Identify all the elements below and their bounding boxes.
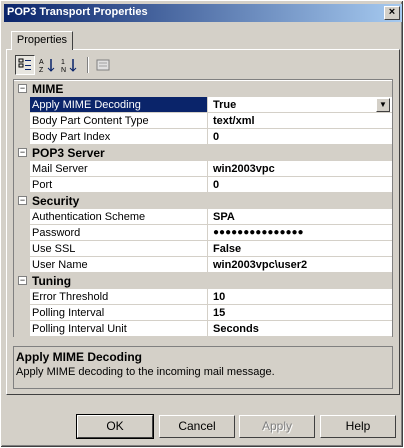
property-row-auth-scheme[interactable]: Authentication Scheme SPA xyxy=(14,209,392,225)
numeric-sort-button[interactable]: 1 N xyxy=(59,55,79,75)
property-row-content-type[interactable]: Body Part Content Type text/xml xyxy=(14,113,392,129)
property-row-polling-interval-unit[interactable]: Polling Interval Unit Seconds xyxy=(14,321,392,337)
property-value[interactable]: win2003vpc\user2 xyxy=(208,257,392,273)
tab-properties[interactable]: Properties xyxy=(11,31,73,50)
category-label: POP3 Server xyxy=(32,146,105,160)
property-toolbar: A Z 1 N xyxy=(15,55,395,77)
title-bar[interactable]: POP3 Transport Properties × xyxy=(4,4,402,22)
property-value: True xyxy=(213,99,237,111)
chevron-down-icon: ▼ xyxy=(379,100,387,109)
description-text: Apply MIME decoding to the incoming mail… xyxy=(16,366,275,378)
property-name: Error Threshold xyxy=(30,289,208,305)
collapse-icon[interactable]: − xyxy=(18,148,27,157)
property-row-password[interactable]: Password ●●●●●●●●●●●●●●● xyxy=(14,225,392,241)
property-row-apply-mime-decoding[interactable]: Apply MIME Decoding True ▼ xyxy=(14,97,392,113)
property-name: Use SSL xyxy=(30,241,208,257)
numeric-sort-icon: 1 N xyxy=(61,59,77,73)
property-value[interactable]: win2003vpc xyxy=(208,161,392,177)
property-name: Port xyxy=(30,177,208,193)
property-value[interactable]: Seconds xyxy=(208,321,392,337)
dropdown-button[interactable]: ▼ xyxy=(376,98,390,112)
category-label: MIME xyxy=(32,82,64,96)
property-value[interactable]: 15 xyxy=(208,305,392,321)
window-title: POP3 Transport Properties xyxy=(7,6,148,18)
property-value[interactable]: text/xml xyxy=(208,113,392,129)
property-row-polling-interval[interactable]: Polling Interval 15 xyxy=(14,305,392,321)
ok-button[interactable]: OK xyxy=(76,414,154,439)
toolbar-separator xyxy=(87,57,89,73)
property-name: Password xyxy=(30,225,208,241)
property-value[interactable]: False xyxy=(208,241,392,257)
svg-text:1: 1 xyxy=(61,59,65,66)
property-name: User Name xyxy=(30,257,208,273)
property-row-port[interactable]: Port 0 xyxy=(14,177,392,193)
property-pages-button[interactable] xyxy=(93,55,113,75)
property-row-use-ssl[interactable]: Use SSL False xyxy=(14,241,392,257)
dialog-window: POP3 Transport Properties × Properties A… xyxy=(0,0,404,448)
tab-label: Properties xyxy=(16,34,68,46)
property-value-dropdown[interactable]: True ▼ xyxy=(208,97,392,113)
property-name: Mail Server xyxy=(30,161,208,177)
alphabetical-button[interactable]: A Z xyxy=(37,55,57,75)
apply-button[interactable]: Apply xyxy=(239,415,315,438)
description-panel: Apply MIME Decoding Apply MIME decoding … xyxy=(13,346,393,389)
property-row-error-threshold[interactable]: Error Threshold 10 xyxy=(14,289,392,305)
description-title: Apply MIME Decoding xyxy=(16,350,142,364)
category-label: Security xyxy=(32,194,80,208)
alphabetical-sort-icon: A Z xyxy=(39,59,55,73)
cancel-button[interactable]: Cancel xyxy=(159,415,235,438)
property-row-part-index[interactable]: Body Part Index 0 xyxy=(14,129,392,145)
property-name: Apply MIME Decoding xyxy=(30,97,208,113)
property-row-user-name[interactable]: User Name win2003vpc\user2 xyxy=(14,257,392,273)
svg-text:Z: Z xyxy=(39,67,44,73)
property-value[interactable]: 10 xyxy=(208,289,392,305)
collapse-icon[interactable]: − xyxy=(18,276,27,285)
property-name: Polling Interval xyxy=(30,305,208,321)
property-row-mail-server[interactable]: Mail Server win2003vpc xyxy=(14,161,392,177)
password-value[interactable]: ●●●●●●●●●●●●●●● xyxy=(208,225,392,241)
category-mime[interactable]: − MIME xyxy=(14,81,392,97)
close-button[interactable]: × xyxy=(384,6,400,20)
collapse-icon[interactable]: − xyxy=(18,84,27,93)
close-icon: × xyxy=(388,6,396,18)
svg-text:N: N xyxy=(61,67,66,73)
help-button[interactable]: Help xyxy=(320,415,396,438)
property-pages-icon xyxy=(96,59,110,71)
property-name: Authentication Scheme xyxy=(30,209,208,225)
property-grid: − MIME Apply MIME Decoding True ▼ Body P… xyxy=(13,79,393,337)
property-name: Polling Interval Unit xyxy=(30,321,208,337)
property-value[interactable]: 0 xyxy=(208,129,392,145)
category-label: Tuning xyxy=(32,274,72,288)
categorized-view-icon xyxy=(18,58,31,70)
property-value[interactable]: 0 xyxy=(208,177,392,193)
property-name: Body Part Content Type xyxy=(30,113,208,129)
category-tuning[interactable]: − Tuning xyxy=(14,273,392,289)
category-pop3-server[interactable]: − POP3 Server xyxy=(14,145,392,161)
property-value[interactable]: SPA xyxy=(208,209,392,225)
svg-text:A: A xyxy=(39,59,44,66)
category-security[interactable]: − Security xyxy=(14,193,392,209)
collapse-icon[interactable]: − xyxy=(18,196,27,205)
property-name: Body Part Index xyxy=(30,129,208,145)
categorized-button[interactable] xyxy=(15,55,35,75)
